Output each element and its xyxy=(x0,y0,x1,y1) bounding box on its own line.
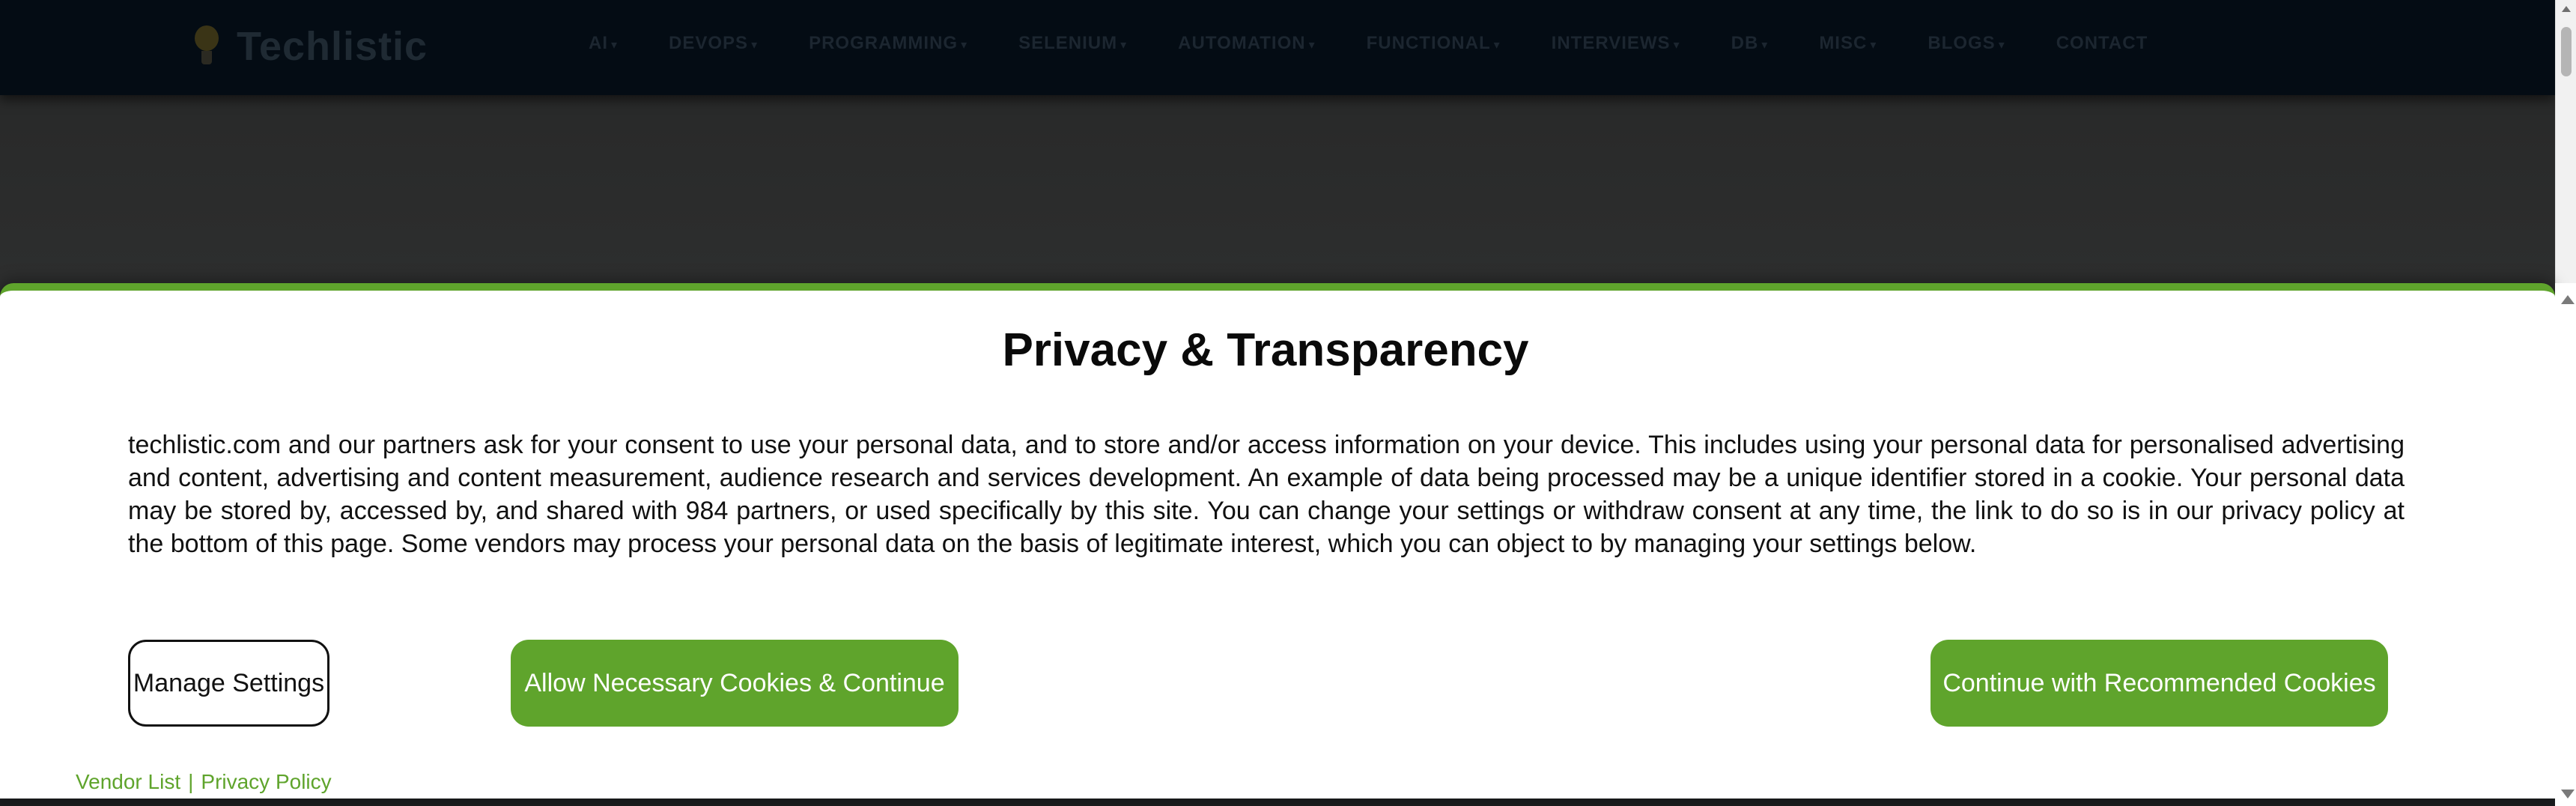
nav-item-contact[interactable]: CONTACT xyxy=(2056,33,2148,54)
nav-item-ai[interactable]: AI ▾ xyxy=(589,33,618,54)
chevron-down-icon: ▾ xyxy=(1493,39,1501,52)
consent-description: techlistic.com and our partners ask for … xyxy=(128,431,2405,558)
nav-item-selenium[interactable]: SELENIUM ▾ xyxy=(1018,33,1127,54)
nav-item-programming[interactable]: PROGRAMMING ▾ xyxy=(809,33,967,54)
nav-item-misc[interactable]: MISC ▾ xyxy=(1819,33,1877,54)
chevron-down-icon: ▾ xyxy=(611,39,619,52)
link-separator: | xyxy=(188,770,194,793)
main-nav: AI ▾ DEVOPS ▾ PROGRAMMING ▾ SELENIUM ▾ AUTOM… xyxy=(589,33,2199,54)
chevron-down-icon: ▾ xyxy=(1761,39,1769,52)
vendor-list-link[interactable]: Vendor List xyxy=(76,770,180,794)
manage-settings-button[interactable]: Manage Settings xyxy=(128,640,329,727)
nav-item-devops[interactable]: DEVOPS ▾ xyxy=(669,33,758,54)
chevron-down-icon: ▾ xyxy=(1998,39,2005,52)
chevron-down-icon: ▾ xyxy=(751,39,759,52)
site-logo[interactable]: Techlistic xyxy=(192,16,428,76)
nav-item-automation[interactable]: AUTOMATION ▾ xyxy=(1178,33,1315,54)
continue-recommended-cookies-button[interactable]: Continue with Recommended Cookies xyxy=(1931,640,2388,727)
scroll-up-arrow-icon[interactable] xyxy=(2562,6,2571,12)
lightbulb-icon xyxy=(192,25,222,67)
footer-links: Vendor List | Privacy Policy xyxy=(76,770,332,794)
nav-item-blogs[interactable]: BLOGS ▾ xyxy=(1928,33,2005,54)
nav-item-db[interactable]: DB ▾ xyxy=(1731,33,1769,54)
chevron-down-icon: ▾ xyxy=(1673,39,1680,52)
chevron-down-icon: ▾ xyxy=(961,39,968,52)
chevron-down-icon: ▾ xyxy=(1308,39,1316,52)
nav-item-interviews[interactable]: INTERVIEWS ▾ xyxy=(1552,33,1680,54)
scroll-down-arrow-icon[interactable] xyxy=(2561,790,2575,799)
chevron-down-icon: ▾ xyxy=(1870,39,1877,52)
scroll-up-arrow-icon[interactable] xyxy=(2561,295,2575,304)
site-header: Techlistic AI ▾ DEVOPS ▾ PROGRAMMING ▾ SELE… xyxy=(0,0,2555,95)
scrollbar-thumb[interactable] xyxy=(2561,27,2572,76)
privacy-policy-link[interactable]: Privacy Policy xyxy=(201,770,331,794)
allow-necessary-cookies-button[interactable]: Allow Necessary Cookies & Continue xyxy=(511,640,959,727)
logo-text: Techlistic xyxy=(237,24,428,69)
dialog-title: Privacy & Transparency xyxy=(1002,324,1529,376)
consent-dialog: Privacy & Transparency techlistic.com an… xyxy=(0,283,2576,806)
chevron-down-icon: ▾ xyxy=(1120,39,1128,52)
nav-item-functional[interactable]: FUNCTIONAL ▾ xyxy=(1367,33,1501,54)
dialog-scrollbar[interactable] xyxy=(2555,283,2576,806)
